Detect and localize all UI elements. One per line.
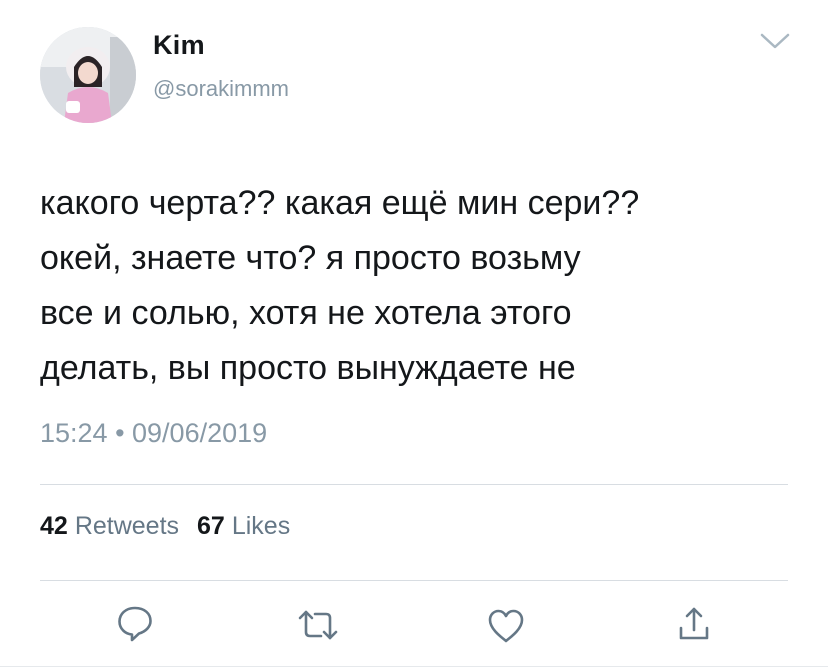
retweets-count[interactable]: 42 [40,512,68,541]
likes-count[interactable]: 67 [197,512,225,541]
like-icon[interactable] [486,608,526,649]
avatar-image [40,27,136,123]
divider [40,484,788,485]
chevron-down-icon[interactable] [758,30,792,52]
display-name[interactable]: Kim [153,30,205,61]
share-icon[interactable] [676,604,712,647]
action-bar [0,600,828,650]
divider [40,580,788,581]
tweet-stats: 42 Retweets 67 Likes [40,512,308,541]
likes-label[interactable]: Likes [232,512,290,541]
avatar[interactable] [40,27,136,123]
tweet-timestamp[interactable]: 15:24 • 09/06/2019 [40,418,267,449]
user-handle[interactable]: @sorakimmm [153,76,289,102]
tweet-text: какого черта?? какая ещё мин сери?? окей… [40,184,640,387]
reply-icon[interactable] [116,604,154,647]
bottom-border [0,666,828,667]
retweet-icon[interactable] [296,608,340,647]
retweets-label[interactable]: Retweets [75,512,179,541]
